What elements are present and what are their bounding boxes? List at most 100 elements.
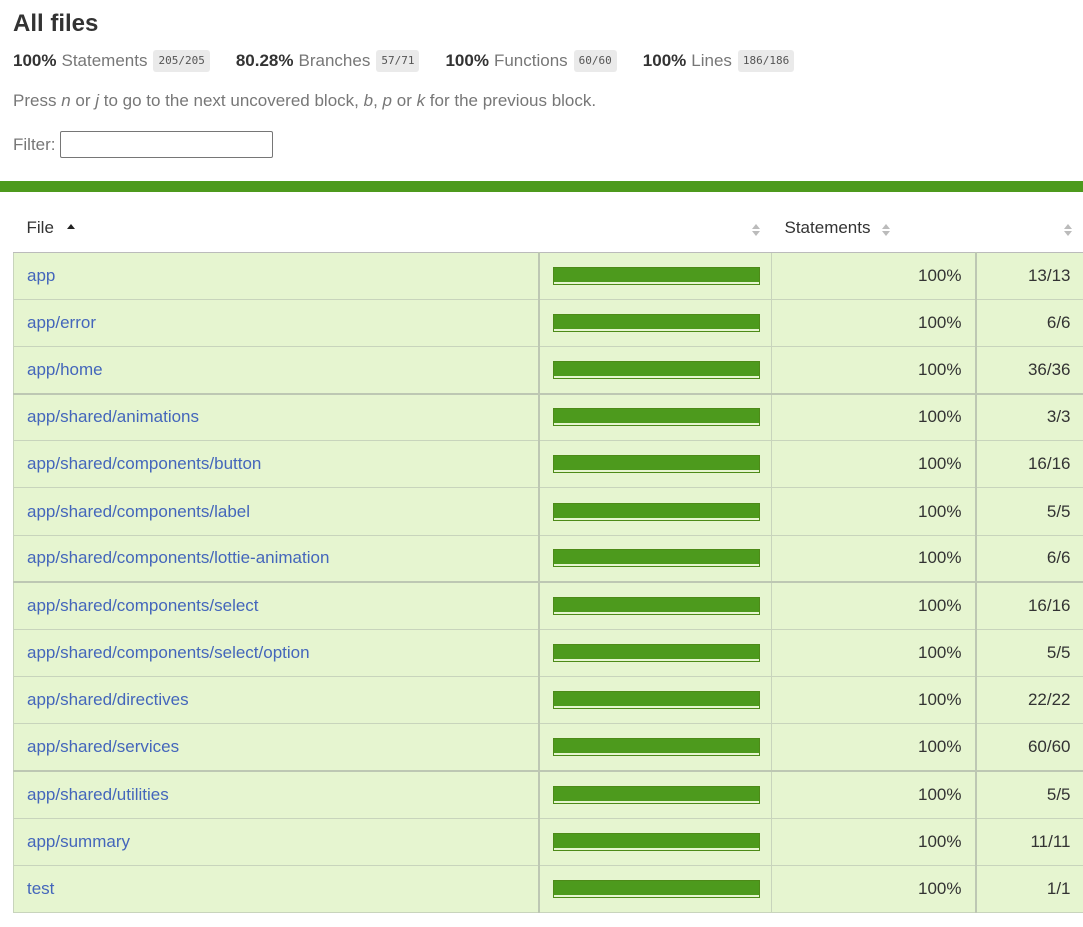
file-link[interactable]: app/shared/components/lottie-animation [27,548,329,567]
sort-icon [1063,222,1073,236]
metric-fraction: 57/71 [376,50,420,72]
file-link[interactable]: app/shared/components/label [27,502,250,521]
file-cell: app/shared/components/button [13,440,539,489]
metric-fraction: 60/60 [573,50,617,72]
file-link[interactable]: app/shared/directives [27,690,189,709]
sort-icon [751,222,761,236]
statements-fraction: 11/11 [974,818,1083,866]
coverage-bar-fill [553,739,759,754]
statements-percent: 100% [771,676,976,725]
file-cell: test [13,865,539,914]
file-link[interactable]: app/shared/utilities [27,785,169,804]
file-cell: app/summary [13,818,539,866]
summary-lines: 100% Lines 186/186 [642,50,795,72]
metric-fraction: 186/186 [737,50,795,72]
metric-percent: 100% [445,51,489,70]
summary-statements: 100% Statements 205/205 [13,50,210,72]
table-row: app/shared/components/select/option 100% 5… [13,629,1083,678]
statements-fraction: 36/36 [974,346,1083,395]
header-file-bar[interactable] [538,205,772,253]
coverage-bar-cell [537,252,772,300]
metric-percent: 100% [13,51,57,70]
hint-text: for the previous block. [425,91,597,110]
file-link[interactable]: app/shared/components/select/option [27,643,310,662]
summary-functions: 100% Functions 60/60 [445,50,617,72]
statements-fraction: 6/6 [974,299,1083,347]
table-header-row: File Statements [13,205,1083,253]
hint-key: k [416,91,426,110]
file-cell: app/shared/components/select/option [13,629,539,678]
statements-fraction: 5/5 [974,487,1083,536]
coverage-bar [552,832,760,851]
hint-text: to go to the next uncovered block, [99,91,364,110]
coverage-bar [552,880,760,899]
statements-percent: 100% [771,582,976,631]
table-row: app 100% 13/13 [13,252,1083,300]
metric-fraction: 205/205 [153,50,210,72]
header-file[interactable]: File [13,205,539,253]
file-link[interactable]: app/shared/animations [27,407,199,426]
sort-ascending-icon [66,224,75,230]
statements-percent: 100% [771,771,976,819]
statements-percent: 100% [771,440,976,489]
coverage-bar-cell [537,393,772,442]
table-row: app/shared/components/label 100% 5/5 [13,487,1083,536]
file-link[interactable]: app/shared/services [27,737,179,756]
coverage-bar-cell [537,771,772,819]
table-body: app 100% 13/13 app/error 100% 6/6 app/home 100%… [13,252,1083,914]
coverage-bar-fill [553,692,759,707]
coverage-bar-cell [537,346,772,395]
statements-percent: 100% [771,865,976,914]
coverage-bar [552,360,760,379]
file-link[interactable]: app/summary [27,832,130,851]
filter-row: Filter: [13,131,1070,158]
statements-percent: 100% [771,252,976,300]
coverage-table-container: File Statements app 100% 13/13 app/error 100… [13,205,1083,914]
statements-fraction: 5/5 [974,771,1083,819]
report-header: All files 100% Statements 205/205 80.28%… [0,0,1083,158]
coverage-bar-cell [537,865,772,914]
statements-fraction: 3/3 [974,393,1083,442]
coverage-bar [552,597,760,616]
statements-fraction: 16/16 [974,582,1083,631]
header-statements-raw[interactable] [975,205,1083,253]
metric-percent: 100% [642,51,687,70]
table-row: app/home 100% 36/36 [13,346,1083,395]
hint-key: n [61,91,71,110]
keyboard-hint: Press n or j to go to the next uncovered… [13,90,1070,112]
table-row: app/shared/directives 100% 22/22 [13,676,1083,725]
file-link[interactable]: app/shared/components/button [27,454,261,473]
coverage-bar-cell [537,535,772,584]
file-link[interactable]: app/home [27,360,103,379]
filter-input[interactable] [59,131,273,158]
statements-fraction: 60/60 [974,723,1083,773]
header-file-label: File [26,218,54,238]
coverage-bar-fill [553,550,759,565]
coverage-bar-cell [537,299,772,347]
table-row: app/error 100% 6/6 [13,299,1083,347]
statements-fraction: 22/22 [974,676,1083,725]
coverage-bar-fill [553,456,759,471]
coverage-bar-fill [553,314,759,329]
header-statements[interactable]: Statements [771,205,976,253]
metric-name: Statements [61,51,148,70]
file-cell: app/shared/directives [13,676,539,725]
table-row: app/shared/components/button 100% 16/16 [13,440,1083,489]
file-link[interactable]: test [27,879,54,898]
coverage-bar [552,502,760,521]
file-link[interactable]: app/error [27,313,96,332]
coverage-bar [552,266,760,285]
coverage-bar-cell [537,676,772,725]
metric-name: Lines [691,51,732,70]
coverage-bar-cell [537,818,772,866]
file-cell: app/home [13,346,539,395]
file-link[interactable]: app/shared/components/select [27,596,259,615]
coverage-bar-cell [537,723,772,773]
file-link[interactable]: app [27,266,55,285]
coverage-bar-fill [553,267,759,282]
file-cell: app/error [13,299,539,347]
table-row: app/shared/components/select 100% 16/16 [13,582,1083,631]
hint-text: , [373,91,383,110]
page-title: All files [13,10,99,37]
file-cell: app/shared/components/select [13,582,539,631]
